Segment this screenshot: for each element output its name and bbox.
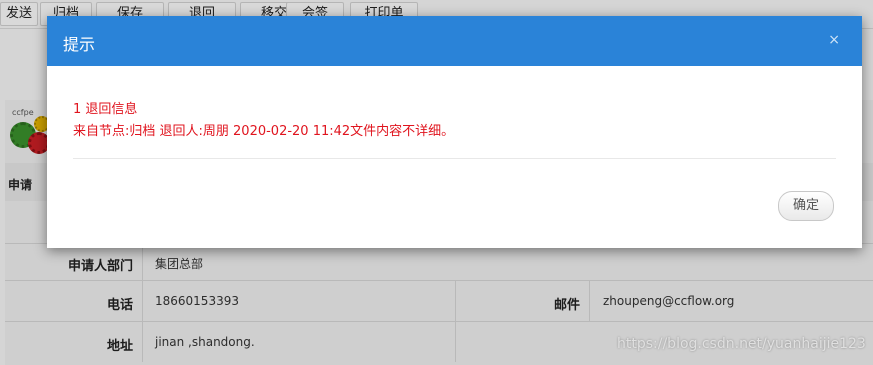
close-icon[interactable]: × (828, 32, 840, 48)
dialog-header: 提示 × (47, 16, 862, 66)
dialog-divider (73, 158, 836, 159)
alert-dialog: 提示 × 1 退回信息 来自节点:归档 退回人:周朋 2020-02-20 11… (47, 16, 862, 248)
return-info-detail: 来自节点:归档 退回人:周朋 2020-02-20 11:42文件内容不详细。 (73, 124, 455, 139)
ok-button[interactable]: 确定 (778, 191, 834, 221)
return-info-heading: 1 退回信息 (73, 102, 138, 117)
dialog-title: 提示 (63, 35, 96, 54)
